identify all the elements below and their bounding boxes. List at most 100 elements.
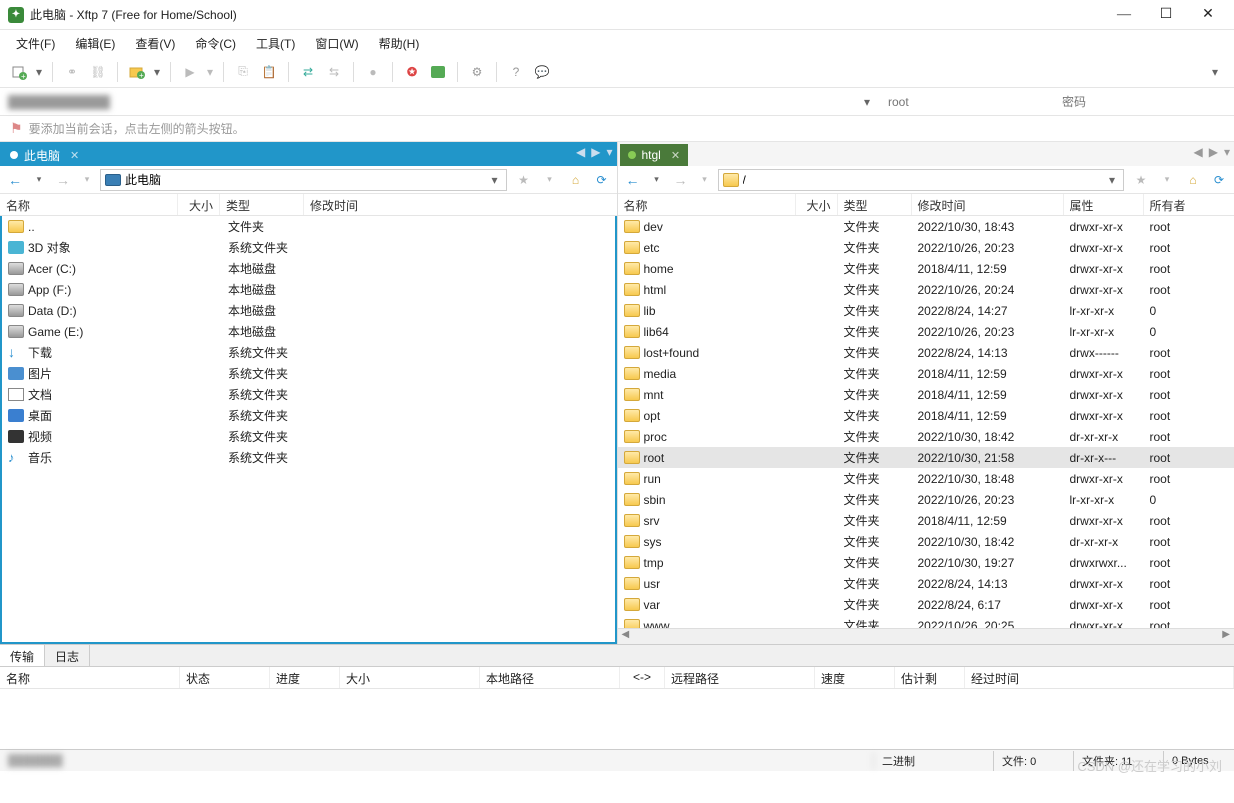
back-dd-icon[interactable]: ▾ — [646, 169, 668, 191]
list-item[interactable]: sbin文件夹2022/10/26, 20:23lr-xr-xr-x0 — [618, 489, 1234, 510]
sync-left-icon[interactable]: ⇄ — [297, 61, 319, 83]
menu-window[interactable]: 窗口(W) — [307, 33, 366, 54]
list-item[interactable]: lost+found文件夹2022/8/24, 14:13drwx------r… — [618, 342, 1234, 363]
menu-help[interactable]: 帮助(H) — [371, 33, 428, 54]
forward-icon[interactable]: → — [52, 169, 74, 191]
toolbar-menu-icon[interactable]: ▾ — [1204, 61, 1226, 83]
list-item[interactable]: ↓下载系统文件夹 — [2, 342, 615, 363]
remote-path-box[interactable]: ▾ — [718, 169, 1125, 191]
list-item[interactable]: App (F:)本地磁盘 — [2, 279, 615, 300]
list-item[interactable]: mnt文件夹2018/4/11, 12:59drwxr-xr-xroot — [618, 384, 1234, 405]
forward-icon[interactable]: → — [670, 169, 692, 191]
col-mtime[interactable]: 修改时间 — [304, 194, 617, 215]
list-item[interactable]: usr文件夹2022/8/24, 14:13drwxr-xr-xroot — [618, 573, 1234, 594]
minimize-button[interactable]: — — [1112, 3, 1136, 27]
list-item[interactable]: home文件夹2018/4/11, 12:59drwxr-xr-xroot — [618, 258, 1234, 279]
list-item[interactable]: 图片系统文件夹 — [2, 363, 615, 384]
close-button[interactable]: ✕ — [1196, 3, 1220, 27]
remote-file-list[interactable]: dev文件夹2022/10/30, 18:43drwxr-xr-xrootetc… — [618, 216, 1234, 628]
tab-next-icon[interactable]: ▶ — [591, 145, 600, 159]
list-item[interactable]: ♪音乐系统文件夹 — [2, 447, 615, 468]
stop-icon[interactable]: ● — [362, 61, 384, 83]
refresh-icon[interactable]: ⟳ — [591, 169, 613, 191]
list-item[interactable]: lib64文件夹2022/10/26, 20:23lr-xr-xr-x0 — [618, 321, 1234, 342]
tcol-status[interactable]: 状态 — [180, 667, 270, 688]
bookmark-dd-icon[interactable]: ▾ — [539, 169, 561, 191]
tab-prev-icon[interactable]: ◀ — [1194, 145, 1203, 159]
list-item[interactable]: Acer (C:)本地磁盘 — [2, 258, 615, 279]
list-item[interactable]: etc文件夹2022/10/26, 20:23drwxr-xr-xroot — [618, 237, 1234, 258]
tab-log[interactable]: 日志 — [45, 645, 90, 666]
local-tab[interactable]: 此电脑 ✕ — [2, 144, 87, 166]
refresh-icon[interactable]: ⟳ — [1208, 169, 1230, 191]
menu-tools[interactable]: 工具(T) — [248, 33, 303, 54]
bookmark-icon[interactable]: ★ — [513, 169, 535, 191]
play-icon[interactable]: ▶ — [179, 61, 201, 83]
terminal-icon[interactable] — [427, 61, 449, 83]
home-icon[interactable]: ⌂ — [565, 169, 587, 191]
col-name[interactable]: 名称 — [618, 194, 796, 215]
list-item[interactable]: media文件夹2018/4/11, 12:59drwxr-xr-xroot — [618, 363, 1234, 384]
back-dd-icon[interactable]: ▾ — [28, 169, 50, 191]
list-item[interactable]: ..文件夹 — [2, 216, 615, 237]
xshell-icon[interactable]: ✪ — [401, 61, 423, 83]
path-dd-icon[interactable]: ▾ — [487, 173, 501, 187]
tab-close-icon[interactable]: ✕ — [70, 149, 79, 162]
list-item[interactable]: var文件夹2022/8/24, 6:17drwxr-xr-xroot — [618, 594, 1234, 615]
tcol-remote[interactable]: 远程路径 — [665, 667, 815, 688]
maximize-button[interactable]: ☐ — [1154, 3, 1178, 27]
disconnect-icon[interactable]: ⛓ — [87, 61, 109, 83]
settings-icon[interactable]: ⚙ — [466, 61, 488, 83]
list-item[interactable]: srv文件夹2018/4/11, 12:59drwxr-xr-xroot — [618, 510, 1234, 531]
back-icon[interactable]: ← — [4, 169, 26, 191]
bookmark-icon[interactable]: ★ — [1130, 169, 1152, 191]
list-item[interactable]: 桌面系统文件夹 — [2, 405, 615, 426]
tcol-progress[interactable]: 进度 — [270, 667, 340, 688]
col-size[interactable]: 大小 — [178, 194, 220, 215]
new-folder-icon[interactable]: + — [126, 61, 148, 83]
local-path-input[interactable] — [125, 173, 483, 187]
tcol-size[interactable]: 大小 — [340, 667, 480, 688]
list-item[interactable]: lib文件夹2022/8/24, 14:27lr-xr-xr-x0 — [618, 300, 1234, 321]
remote-path-input[interactable] — [743, 173, 1101, 187]
path-dd-icon[interactable]: ▾ — [1105, 173, 1119, 187]
back-icon[interactable]: ← — [622, 169, 644, 191]
host-field[interactable]: ████████████ — [8, 95, 860, 109]
password-input[interactable] — [1056, 93, 1226, 111]
list-item[interactable]: 视频系统文件夹 — [2, 426, 615, 447]
col-type[interactable]: 类型 — [220, 194, 304, 215]
menu-edit[interactable]: 编辑(E) — [67, 33, 123, 54]
menu-view[interactable]: 查看(V) — [127, 33, 183, 54]
col-attr[interactable]: 属性 — [1064, 194, 1144, 215]
menu-command[interactable]: 命令(C) — [187, 33, 244, 54]
chat-icon[interactable]: 💬 — [531, 61, 553, 83]
horizontal-scrollbar[interactable]: ◀▶ — [618, 628, 1234, 644]
list-item[interactable]: 文档系统文件夹 — [2, 384, 615, 405]
menu-file[interactable]: 文件(F) — [8, 33, 63, 54]
tab-prev-icon[interactable]: ◀ — [576, 145, 585, 159]
col-type[interactable]: 类型 — [838, 194, 912, 215]
transfer-list[interactable] — [0, 689, 1234, 749]
list-item[interactable]: tmp文件夹2022/10/30, 19:27drwxrwxr...root — [618, 552, 1234, 573]
local-file-list[interactable]: ..文件夹3D 对象系统文件夹Acer (C:)本地磁盘App (F:)本地磁盘… — [0, 216, 617, 644]
tcol-name[interactable]: 名称 — [0, 667, 180, 688]
tcol-local[interactable]: 本地路径 — [480, 667, 620, 688]
tcol-dir[interactable]: <-> — [620, 667, 665, 688]
fwd-dd-icon[interactable]: ▾ — [76, 169, 98, 191]
dropdown2-icon[interactable]: ▾ — [152, 61, 162, 83]
connect-icon[interactable]: ⚭ — [61, 61, 83, 83]
col-mtime[interactable]: 修改时间 — [912, 194, 1064, 215]
list-item[interactable]: opt文件夹2018/4/11, 12:59drwxr-xr-xroot — [618, 405, 1234, 426]
dropdown-icon[interactable]: ▾ — [34, 61, 44, 83]
tab-transfer[interactable]: 传输 — [0, 645, 45, 666]
tcol-speed[interactable]: 速度 — [815, 667, 895, 688]
tcol-eta[interactable]: 估计剩余... — [895, 667, 965, 688]
home-icon[interactable]: ⌂ — [1182, 169, 1204, 191]
tab-list-icon[interactable]: ▾ — [1224, 145, 1230, 159]
list-item[interactable]: www文件夹2022/10/26, 20:25drwxr-xr-xroot — [618, 615, 1234, 628]
copy-icon[interactable]: ⎘ — [232, 61, 254, 83]
list-item[interactable]: Game (E:)本地磁盘 — [2, 321, 615, 342]
fwd-dd-icon[interactable]: ▾ — [694, 169, 716, 191]
remote-tab[interactable]: htgl ✕ — [620, 144, 689, 166]
dropdown3-icon[interactable]: ▾ — [205, 61, 215, 83]
